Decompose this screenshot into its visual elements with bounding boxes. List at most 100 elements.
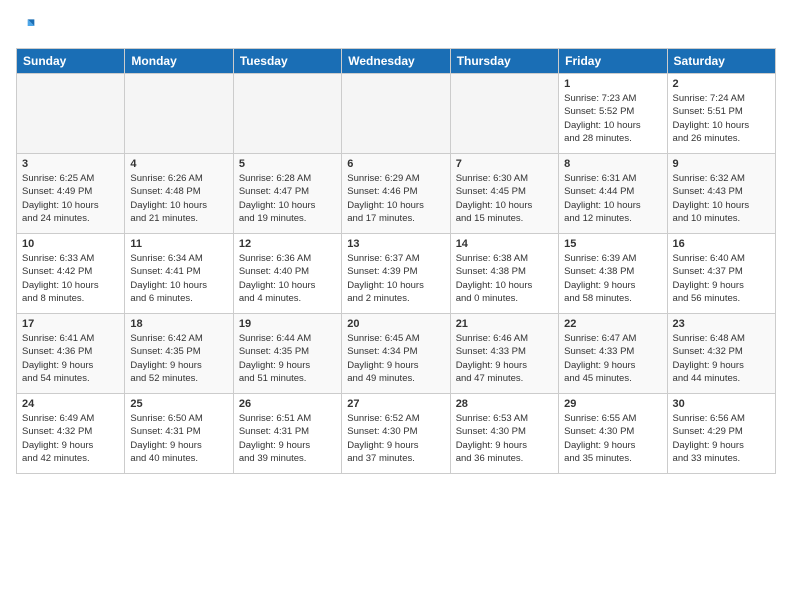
day-info: Sunrise: 6:29 AM Sunset: 4:46 PM Dayligh…	[347, 172, 444, 225]
weekday-header: Saturday	[667, 49, 775, 74]
calendar-cell: 14Sunrise: 6:38 AM Sunset: 4:38 PM Dayli…	[450, 234, 558, 314]
day-number: 30	[673, 398, 770, 410]
calendar-cell: 20 Sunrise: 6:45 AM Sunset: 4:34 PM Dayli…	[342, 314, 450, 394]
day-number: 26	[239, 398, 336, 410]
calendar-cell: 12Sunrise: 6:36 AM Sunset: 4:40 PM Dayli…	[233, 234, 341, 314]
day-number: 24	[22, 398, 119, 410]
calendar: SundayMondayTuesdayWednesdayThursdayFrid…	[16, 48, 776, 474]
day-info: Sunrise: 6:37 AM Sunset: 4:39 PM Dayligh…	[347, 252, 444, 305]
day-info: Sunrise: 6:40 AM Sunset: 4:37 PM Dayligh…	[673, 252, 770, 305]
calendar-cell: 18 Sunrise: 6:42 AM Sunset: 4:35 PM Dayli…	[125, 314, 233, 394]
calendar-week-row: 24 Sunrise: 6:49 AM Sunset: 4:32 PM Dayli…	[17, 394, 776, 474]
calendar-cell: 13 Sunrise: 6:37 AM Sunset: 4:39 PM Dayli…	[342, 234, 450, 314]
day-info: Sunrise: 6:47 AM Sunset: 4:33 PM Dayligh…	[564, 332, 661, 385]
calendar-week-row: 10 Sunrise: 6:33 AM Sunset: 4:42 PM Dayli…	[17, 234, 776, 314]
calendar-cell: 25 Sunrise: 6:50 AM Sunset: 4:31 PM Dayli…	[125, 394, 233, 474]
day-info: Sunrise: 6:56 AM Sunset: 4:29 PM Dayligh…	[673, 412, 770, 465]
weekday-header: Monday	[125, 49, 233, 74]
calendar-cell: 26Sunrise: 6:51 AM Sunset: 4:31 PM Dayli…	[233, 394, 341, 474]
day-info: Sunrise: 6:28 AM Sunset: 4:47 PM Dayligh…	[239, 172, 336, 225]
calendar-cell: 5 Sunrise: 6:28 AM Sunset: 4:47 PM Daylig…	[233, 154, 341, 234]
day-info: Sunrise: 6:33 AM Sunset: 4:42 PM Dayligh…	[22, 252, 119, 305]
day-info: Sunrise: 6:30 AM Sunset: 4:45 PM Dayligh…	[456, 172, 553, 225]
calendar-cell: 11 Sunrise: 6:34 AM Sunset: 4:41 PM Dayli…	[125, 234, 233, 314]
calendar-cell	[342, 74, 450, 154]
day-number: 13	[347, 238, 444, 250]
day-number: 9	[673, 158, 770, 170]
day-number: 19	[239, 318, 336, 330]
calendar-cell: 19 Sunrise: 6:44 AM Sunset: 4:35 PM Dayli…	[233, 314, 341, 394]
day-info: Sunrise: 6:49 AM Sunset: 4:32 PM Dayligh…	[22, 412, 119, 465]
day-info: Sunrise: 6:26 AM Sunset: 4:48 PM Dayligh…	[130, 172, 227, 225]
calendar-cell: 3 Sunrise: 6:25 AM Sunset: 4:49 PM Daylig…	[17, 154, 125, 234]
day-info: Sunrise: 6:38 AM Sunset: 4:38 PM Dayligh…	[456, 252, 553, 305]
day-number: 6	[347, 158, 444, 170]
calendar-cell	[125, 74, 233, 154]
day-info: Sunrise: 6:36 AM Sunset: 4:40 PM Dayligh…	[239, 252, 336, 305]
logo	[16, 16, 40, 36]
day-number: 5	[239, 158, 336, 170]
calendar-cell: 23Sunrise: 6:48 AM Sunset: 4:32 PM Dayli…	[667, 314, 775, 394]
weekday-header: Friday	[559, 49, 667, 74]
weekday-header: Tuesday	[233, 49, 341, 74]
day-number: 2	[673, 78, 770, 90]
calendar-cell: 24 Sunrise: 6:49 AM Sunset: 4:32 PM Dayli…	[17, 394, 125, 474]
day-number: 25	[130, 398, 227, 410]
day-info: Sunrise: 6:31 AM Sunset: 4:44 PM Dayligh…	[564, 172, 661, 225]
day-number: 18	[130, 318, 227, 330]
calendar-cell: 21 Sunrise: 6:46 AM Sunset: 4:33 PM Dayli…	[450, 314, 558, 394]
page-header	[16, 16, 776, 36]
calendar-cell	[233, 74, 341, 154]
day-info: Sunrise: 6:55 AM Sunset: 4:30 PM Dayligh…	[564, 412, 661, 465]
day-info: Sunrise: 6:50 AM Sunset: 4:31 PM Dayligh…	[130, 412, 227, 465]
day-info: Sunrise: 6:34 AM Sunset: 4:41 PM Dayligh…	[130, 252, 227, 305]
day-number: 20	[347, 318, 444, 330]
calendar-week-row: 3 Sunrise: 6:25 AM Sunset: 4:49 PM Daylig…	[17, 154, 776, 234]
day-number: 28	[456, 398, 553, 410]
day-info: Sunrise: 6:42 AM Sunset: 4:35 PM Dayligh…	[130, 332, 227, 385]
calendar-week-row: 17Sunrise: 6:41 AM Sunset: 4:36 PM Dayli…	[17, 314, 776, 394]
day-number: 15	[564, 238, 661, 250]
day-number: 22	[564, 318, 661, 330]
day-info: Sunrise: 6:45 AM Sunset: 4:34 PM Dayligh…	[347, 332, 444, 385]
calendar-cell: 30 Sunrise: 6:56 AM Sunset: 4:29 PM Dayli…	[667, 394, 775, 474]
day-number: 11	[130, 238, 227, 250]
calendar-week-row: 1 Sunrise: 7:23 AM Sunset: 5:52 PM Daylig…	[17, 74, 776, 154]
day-number: 3	[22, 158, 119, 170]
calendar-cell: 29 Sunrise: 6:55 AM Sunset: 4:30 PM Dayli…	[559, 394, 667, 474]
day-number: 27	[347, 398, 444, 410]
day-number: 1	[564, 78, 661, 90]
calendar-cell: 4 Sunrise: 6:26 AM Sunset: 4:48 PM Daylig…	[125, 154, 233, 234]
calendar-cell: 1 Sunrise: 7:23 AM Sunset: 5:52 PM Daylig…	[559, 74, 667, 154]
calendar-cell: 2 Sunrise: 7:24 AM Sunset: 5:51 PM Daylig…	[667, 74, 775, 154]
day-info: Sunrise: 6:52 AM Sunset: 4:30 PM Dayligh…	[347, 412, 444, 465]
weekday-header: Wednesday	[342, 49, 450, 74]
day-info: Sunrise: 7:24 AM Sunset: 5:51 PM Dayligh…	[673, 92, 770, 145]
calendar-cell: 6 Sunrise: 6:29 AM Sunset: 4:46 PM Daylig…	[342, 154, 450, 234]
day-info: Sunrise: 7:23 AM Sunset: 5:52 PM Dayligh…	[564, 92, 661, 145]
calendar-cell: 8 Sunrise: 6:31 AM Sunset: 4:44 PM Daylig…	[559, 154, 667, 234]
calendar-cell: 17Sunrise: 6:41 AM Sunset: 4:36 PM Dayli…	[17, 314, 125, 394]
day-number: 8	[564, 158, 661, 170]
day-number: 10	[22, 238, 119, 250]
day-info: Sunrise: 6:53 AM Sunset: 4:30 PM Dayligh…	[456, 412, 553, 465]
calendar-cell: 10 Sunrise: 6:33 AM Sunset: 4:42 PM Dayli…	[17, 234, 125, 314]
weekday-header-row: SundayMondayTuesdayWednesdayThursdayFrid…	[17, 49, 776, 74]
day-info: Sunrise: 6:41 AM Sunset: 4:36 PM Dayligh…	[22, 332, 119, 385]
day-info: Sunrise: 6:48 AM Sunset: 4:32 PM Dayligh…	[673, 332, 770, 385]
calendar-cell	[450, 74, 558, 154]
day-number: 4	[130, 158, 227, 170]
day-number: 29	[564, 398, 661, 410]
day-number: 21	[456, 318, 553, 330]
calendar-cell: 9Sunrise: 6:32 AM Sunset: 4:43 PM Daylig…	[667, 154, 775, 234]
calendar-cell: 28 Sunrise: 6:53 AM Sunset: 4:30 PM Dayli…	[450, 394, 558, 474]
calendar-cell: 7 Sunrise: 6:30 AM Sunset: 4:45 PM Daylig…	[450, 154, 558, 234]
calendar-cell	[17, 74, 125, 154]
logo-icon	[16, 16, 36, 36]
day-number: 7	[456, 158, 553, 170]
day-info: Sunrise: 6:44 AM Sunset: 4:35 PM Dayligh…	[239, 332, 336, 385]
weekday-header: Thursday	[450, 49, 558, 74]
day-info: Sunrise: 6:46 AM Sunset: 4:33 PM Dayligh…	[456, 332, 553, 385]
calendar-cell: 27 Sunrise: 6:52 AM Sunset: 4:30 PM Dayli…	[342, 394, 450, 474]
day-info: Sunrise: 6:25 AM Sunset: 4:49 PM Dayligh…	[22, 172, 119, 225]
